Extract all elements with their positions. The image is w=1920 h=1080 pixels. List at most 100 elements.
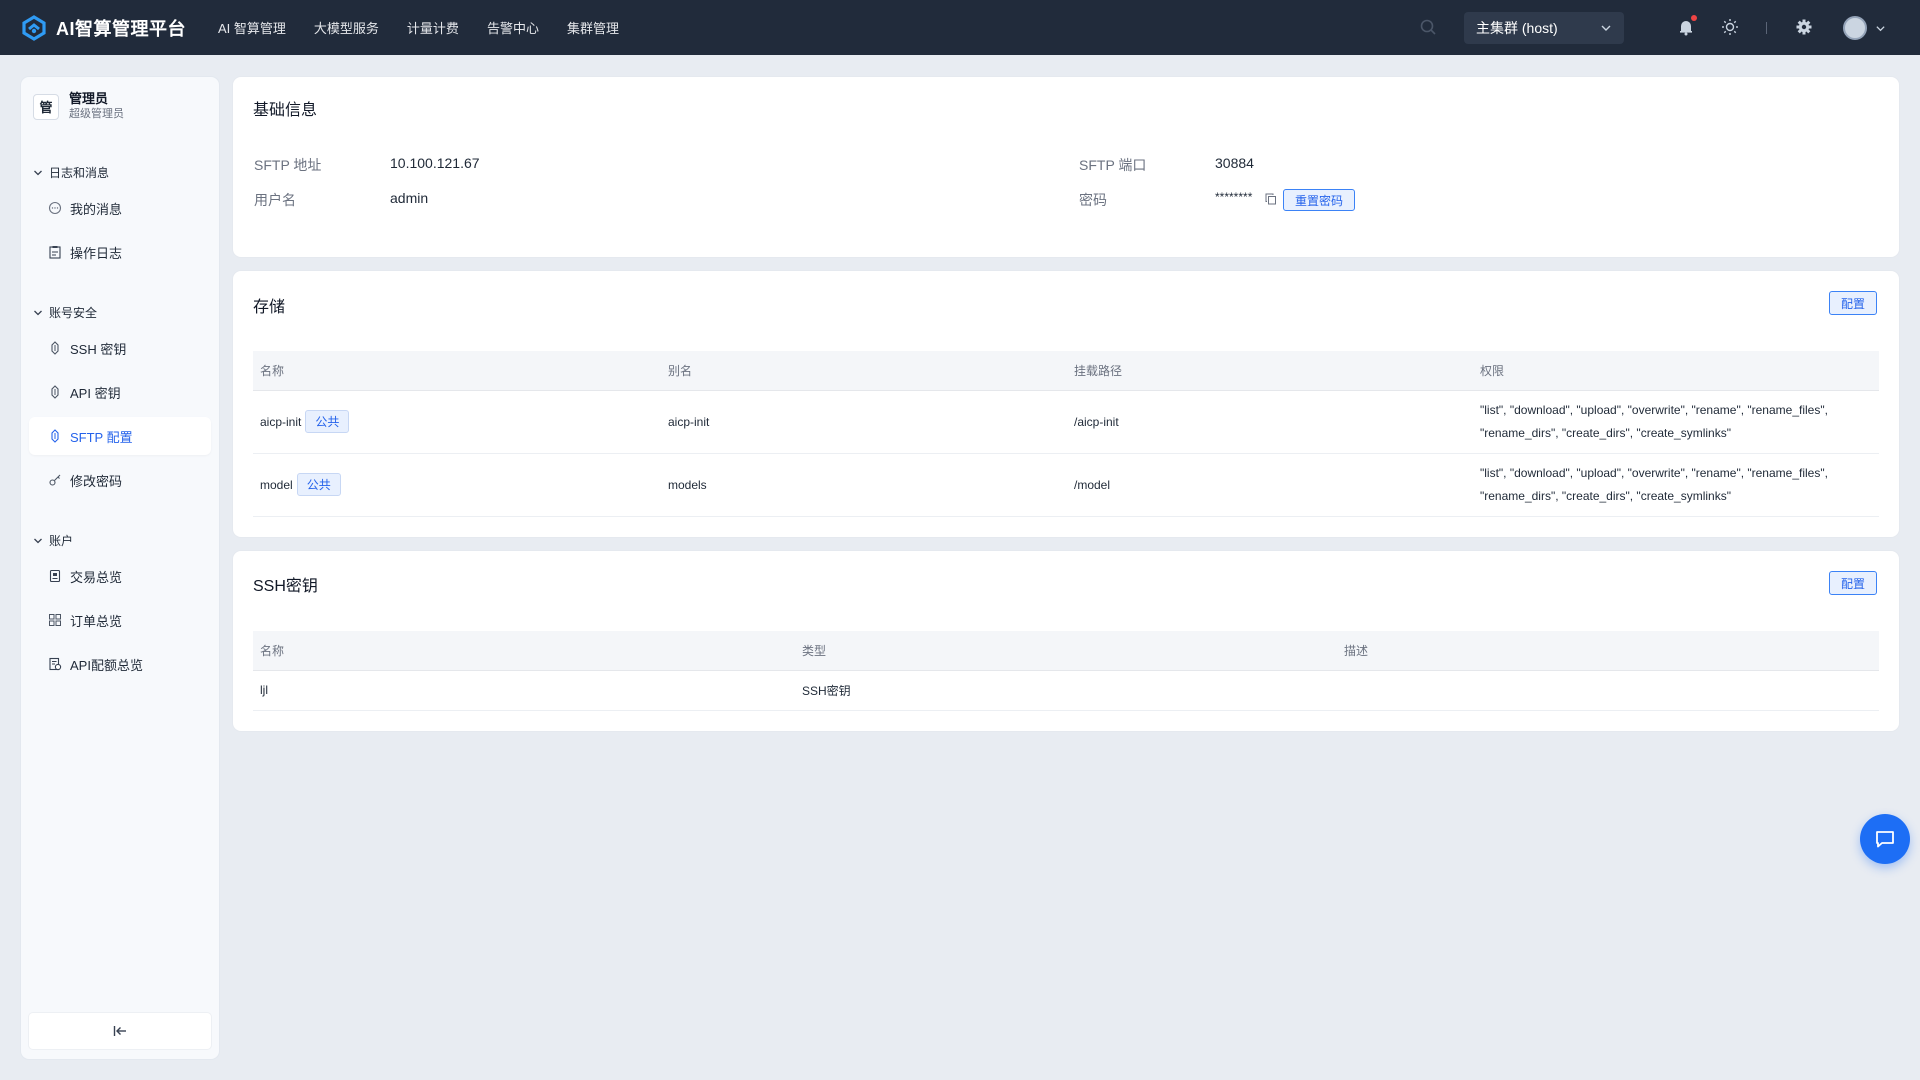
quota-icon	[49, 657, 62, 671]
column-header: 名称	[253, 351, 661, 391]
sftp-address-value: 10.100.121.67	[390, 155, 480, 171]
sidebar-item-label: 交易总览	[70, 569, 123, 585]
sidebar-group-account-security[interactable]: 账号安全	[33, 304, 97, 321]
chevron-down-icon	[1601, 25, 1611, 31]
storage-permissions: "list", "download", "upload", "overwrite…	[1473, 390, 1879, 454]
user-avatar[interactable]	[1843, 16, 1867, 40]
grid-icon	[49, 614, 61, 626]
sidebar-item-label: API配额总览	[70, 657, 143, 673]
column-header: 描述	[1337, 631, 1879, 671]
user-card: 管 管理员 超级管理员	[33, 91, 124, 122]
settings-icon[interactable]	[1795, 18, 1813, 36]
permissions-line: "list", "download", "upload", "overwrite…	[1480, 402, 1828, 417]
ssh-key-description	[1337, 670, 1879, 711]
table-header-row: 名称 类型 描述	[253, 631, 1879, 671]
storage-name-cell: aicp-init 公共	[253, 390, 661, 454]
sidebar-item-api-quota[interactable]: API配额总览	[29, 645, 211, 683]
user-avatar-badge: 管	[33, 93, 59, 120]
cluster-select[interactable]: 主集群 (host)	[1464, 12, 1624, 44]
ssh-key-type: SSH密钥	[795, 670, 1337, 711]
message-icon	[48, 201, 62, 215]
transaction-icon	[49, 569, 61, 583]
brand-name: AI智算管理平台	[56, 18, 186, 39]
sidebar-group-label: 账户	[49, 534, 74, 548]
sidebar-item-change-password[interactable]: 修改密码	[29, 461, 211, 499]
ssh-keys-table: 名称 类型 描述 ljl SSH密钥	[253, 631, 1879, 711]
brand[interactable]: AI智算管理平台	[20, 14, 218, 42]
storage-name: model	[260, 478, 293, 492]
notification-dot	[1691, 15, 1697, 21]
top-nav: AI 智算管理 大模型服务 计量计费 告警中心 集群管理	[218, 0, 647, 55]
sftp-address-label: SFTP 地址	[254, 157, 322, 173]
column-header: 别名	[661, 351, 1067, 391]
topnav-billing[interactable]: 计量计费	[407, 18, 459, 37]
chevron-down-icon	[34, 538, 42, 543]
column-header: 权限	[1473, 351, 1879, 391]
sun-icon[interactable]	[1721, 18, 1739, 36]
public-tag: 公共	[305, 410, 350, 433]
sidebar-item-my-messages[interactable]: 我的消息	[29, 189, 211, 227]
storage-table: 名称 别名 挂载路径 权限 aicp-init 公共 aicp-init /aic…	[253, 351, 1879, 517]
column-header: 类型	[795, 631, 1337, 671]
sidebar-item-ssh-key[interactable]: SSH 密钥	[29, 329, 211, 367]
search-icon[interactable]	[1419, 18, 1437, 36]
log-icon	[49, 246, 61, 259]
sidebar-group-account[interactable]: 账户	[33, 532, 73, 549]
topnav-alert-center[interactable]: 告警中心	[487, 18, 539, 37]
storage-name-cell: model 公共	[253, 453, 661, 517]
storage-alias: models	[661, 453, 1067, 517]
storage-alias: aicp-init	[661, 390, 1067, 454]
ssh-keys-config-button[interactable]: 配置	[1829, 571, 1878, 595]
copy-icon[interactable]	[1265, 193, 1277, 205]
sftp-port-label: SFTP 端口	[1079, 157, 1147, 173]
storage-mount-path: /model	[1067, 453, 1473, 517]
topnav-ai-compute[interactable]: AI 智算管理	[218, 18, 286, 37]
user-name: 管理员	[69, 91, 109, 106]
ssh-keys-card: SSH密钥 配置 名称 类型 描述 ljl SSH密钥	[233, 551, 1899, 731]
public-tag: 公共	[296, 473, 341, 496]
ssh-keys-title: SSH密钥	[253, 578, 318, 595]
chat-button[interactable]	[1860, 814, 1910, 864]
sidebar-item-orders[interactable]: 订单总览	[29, 601, 211, 639]
table-row: aicp-init 公共 aicp-init /aicp-init "list",…	[253, 390, 1879, 454]
sidebar-collapse-button[interactable]	[29, 1013, 211, 1049]
sidebar-item-label: 我的消息	[70, 201, 123, 217]
sidebar: 管 管理员 超级管理员 日志和消息 我的消息 操作日志 账号安全 SSH 密钥 …	[21, 77, 219, 1059]
sidebar-item-operation-log[interactable]: 操作日志	[29, 233, 211, 271]
header-divider	[1766, 22, 1767, 34]
permissions-line: "rename_dirs", "create_dirs", "create_sy…	[1480, 488, 1731, 503]
sidebar-item-transactions[interactable]: 交易总览	[29, 557, 211, 595]
key-icon	[51, 341, 59, 355]
cluster-select-value: 主集群 (host)	[1476, 20, 1558, 36]
sidebar-item-label: 操作日志	[70, 245, 123, 261]
column-header: 名称	[253, 631, 795, 671]
chevron-down-icon[interactable]	[1875, 23, 1886, 34]
reset-password-button[interactable]: 重置密码	[1283, 189, 1356, 211]
table-header-row: 名称 别名 挂载路径 权限	[253, 351, 1879, 391]
basic-info-card: 基础信息 SFTP 地址 10.100.121.67 SFTP 端口 30884…	[233, 77, 1899, 257]
sidebar-item-api-key[interactable]: API 密钥	[29, 373, 211, 411]
storage-card: 存储 配置 名称 别名 挂载路径 权限 aicp-init 公共 aicp-ini…	[233, 271, 1899, 537]
password-icon	[49, 474, 61, 486]
table-row: ljl SSH密钥	[253, 670, 1879, 711]
chevron-down-icon	[34, 310, 42, 315]
storage-title: 存储	[253, 299, 286, 316]
sidebar-item-label: SFTP 配置	[70, 429, 133, 445]
password-label: 密码	[1079, 192, 1107, 208]
topnav-llm-service[interactable]: 大模型服务	[314, 18, 379, 37]
chat-icon	[1876, 831, 1894, 848]
sidebar-item-label: API 密钥	[70, 385, 121, 401]
sidebar-item-sftp-config[interactable]: SFTP 配置	[29, 417, 211, 455]
sidebar-group-label: 账号安全	[49, 306, 98, 320]
sidebar-item-label: 订单总览	[70, 613, 123, 629]
ssh-key-name: ljl	[253, 670, 795, 711]
permissions-line: "list", "download", "upload", "overwrite…	[1480, 465, 1828, 480]
column-header: 挂载路径	[1067, 351, 1473, 391]
storage-name: aicp-init	[260, 415, 302, 429]
sidebar-group-logs[interactable]: 日志和消息	[33, 164, 109, 181]
key-icon	[51, 385, 59, 399]
storage-config-button[interactable]: 配置	[1829, 291, 1878, 315]
storage-permissions: "list", "download", "upload", "overwrite…	[1473, 453, 1879, 517]
sidebar-item-label: SSH 密钥	[70, 341, 127, 357]
topnav-cluster-mgmt[interactable]: 集群管理	[567, 18, 619, 37]
